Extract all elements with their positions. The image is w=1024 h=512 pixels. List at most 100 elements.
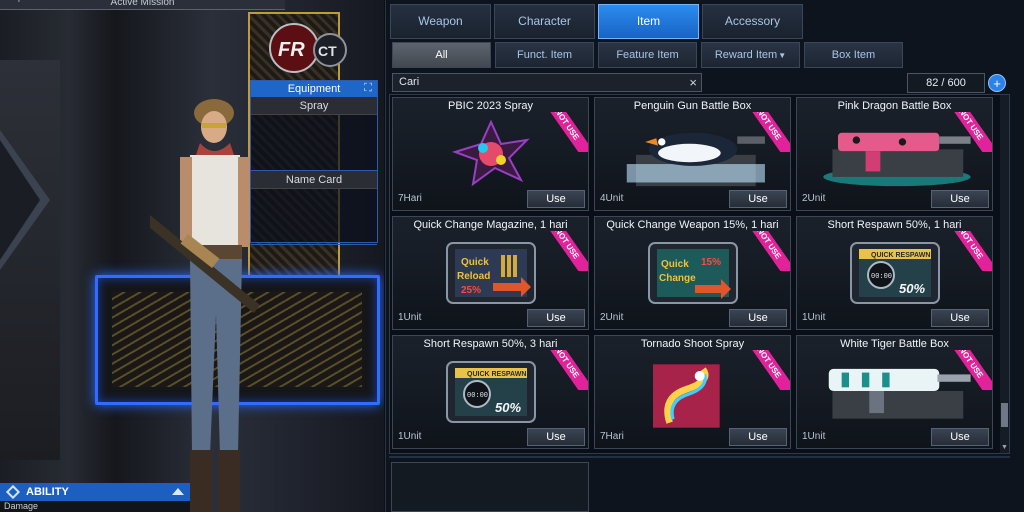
ability-bar[interactable]: ABILITY bbox=[0, 483, 190, 501]
use-button[interactable]: Use bbox=[527, 190, 585, 208]
spray-icon bbox=[451, 119, 530, 187]
use-button[interactable]: Use bbox=[931, 190, 989, 208]
svg-text:Change: Change bbox=[659, 273, 696, 284]
svg-text:Quick: Quick bbox=[661, 259, 689, 270]
item-title: Quick Change Weapon 15%, 1 hari bbox=[606, 219, 779, 231]
expand-icon[interactable]: + bbox=[16, 0, 22, 6]
badge-label: NOT USE bbox=[952, 350, 992, 390]
badge-label: NOT USE bbox=[952, 112, 992, 152]
badge-label: NOT USE bbox=[548, 231, 588, 271]
add-slot-button[interactable]: + bbox=[988, 74, 1006, 92]
item-grid: PBIC 2023 Spray NOT USE 7Hari Use Pengui… bbox=[389, 94, 1010, 454]
item-quantity: 1Unit bbox=[802, 431, 826, 442]
item-card[interactable]: Quick Change Weapon 15%, 1 hari Quick Ch… bbox=[594, 216, 791, 330]
item-count: 82 / 600 bbox=[907, 73, 985, 93]
namecard-slot-label: Name Card bbox=[251, 171, 377, 189]
item-title: Quick Change Magazine, 1 hari bbox=[413, 219, 568, 231]
use-button[interactable]: Use bbox=[729, 190, 787, 208]
damage-row: Damage bbox=[0, 501, 190, 512]
chevron-down-icon: ▼ bbox=[778, 51, 787, 60]
inventory-panel: Weapon Character Item Accessory All Func… bbox=[385, 0, 1024, 512]
use-button[interactable]: Use bbox=[729, 309, 787, 327]
svg-text:50%: 50% bbox=[899, 281, 925, 296]
item-card[interactable]: PBIC 2023 Spray NOT USE 7Hari Use bbox=[392, 97, 589, 211]
item-quantity: 1Unit bbox=[398, 312, 422, 323]
svg-text:00:00: 00:00 bbox=[467, 392, 488, 400]
use-button[interactable]: Use bbox=[527, 309, 585, 327]
svg-text:Reload: Reload bbox=[457, 271, 490, 282]
use-button[interactable]: Use bbox=[729, 428, 787, 446]
search-value: Cari bbox=[399, 76, 420, 88]
active-mission-bar[interactable]: + Active Mission bbox=[0, 0, 285, 10]
item-title: Short Respawn 50%, 1 hari bbox=[827, 219, 962, 231]
subtab-box-item[interactable]: Box Item bbox=[804, 42, 903, 68]
not-use-badge: NOT USE bbox=[952, 350, 992, 390]
badge-label: NOT USE bbox=[952, 231, 992, 271]
spray-slot-label: Spray bbox=[251, 97, 377, 115]
category-tabs: Weapon Character Item Accessory bbox=[390, 4, 803, 39]
quick-reload-icon: Quick Reload 25% bbox=[446, 242, 536, 304]
tab-accessory[interactable]: Accessory bbox=[702, 4, 803, 39]
item-quantity: 1Unit bbox=[398, 431, 422, 442]
use-button[interactable]: Use bbox=[527, 428, 585, 446]
item-card[interactable]: Penguin Gun Battle Box NOT USE 4Unit Use bbox=[594, 97, 791, 211]
not-use-badge: NOT USE bbox=[750, 231, 790, 271]
svg-text:25%: 25% bbox=[461, 285, 481, 296]
not-use-badge: NOT USE bbox=[750, 350, 790, 390]
equipment-header: Equipment ⛶ bbox=[251, 81, 377, 97]
subtab-all[interactable]: All bbox=[392, 42, 491, 68]
item-title: White Tiger Battle Box bbox=[840, 338, 949, 350]
chevron-decoration-inner bbox=[0, 140, 40, 260]
namecard-slot[interactable] bbox=[251, 189, 377, 245]
tab-character[interactable]: Character bbox=[494, 4, 595, 39]
item-quantity: 1Unit bbox=[802, 312, 826, 323]
item-card[interactable]: Short Respawn 50%, 1 hari QUICK RESPAWN … bbox=[796, 216, 993, 330]
svg-text:QUICK RESPAWN: QUICK RESPAWN bbox=[467, 371, 526, 378]
item-card[interactable]: White Tiger Battle Box NOT USE 1Unit Use bbox=[796, 335, 993, 449]
svg-text:50%: 50% bbox=[495, 400, 521, 415]
item-title: Pink Dragon Battle Box bbox=[837, 100, 952, 112]
item-card[interactable]: Quick Change Magazine, 1 hari Quick Relo… bbox=[392, 216, 589, 330]
subtab-reward-item[interactable]: Reward Item▼ bbox=[701, 42, 800, 68]
subtab-feature-item[interactable]: Feature Item bbox=[598, 42, 697, 68]
clan-logo: FR CT bbox=[269, 23, 347, 73]
ability-label: ABILITY bbox=[26, 486, 69, 498]
not-use-badge: NOT USE bbox=[750, 112, 790, 152]
search-input[interactable]: Cari × bbox=[392, 73, 702, 92]
scrollbar-thumb[interactable] bbox=[1001, 403, 1008, 427]
item-quantity: 4Unit bbox=[600, 193, 624, 204]
not-use-badge: NOT USE bbox=[548, 350, 588, 390]
item-quantity: 7Hari bbox=[600, 431, 624, 442]
subtab-reward-label: Reward Item bbox=[714, 49, 778, 61]
tab-weapon[interactable]: Weapon bbox=[390, 4, 491, 39]
badge-label: NOT USE bbox=[548, 350, 588, 390]
svg-text:00:00: 00:00 bbox=[871, 273, 892, 281]
item-quantity: 7Hari bbox=[398, 193, 422, 204]
badge-label: NOT USE bbox=[548, 112, 588, 152]
use-button[interactable]: Use bbox=[931, 309, 989, 327]
svg-text:QUICK RESPAWN: QUICK RESPAWN bbox=[871, 252, 930, 259]
not-use-badge: NOT USE bbox=[952, 112, 992, 152]
quick-respawn-icon: QUICK RESPAWN 00:00 50% bbox=[850, 242, 940, 304]
item-card[interactable]: Short Respawn 50%, 3 hari QUICK RESPAWN … bbox=[392, 335, 589, 449]
use-button[interactable]: Use bbox=[931, 428, 989, 446]
quick-respawn-icon: QUICK RESPAWN 00:00 50% bbox=[446, 361, 536, 423]
mission-label: Active Mission bbox=[110, 0, 175, 8]
scroll-down-icon[interactable]: ▼ bbox=[1001, 444, 1008, 451]
not-use-badge: NOT USE bbox=[548, 112, 588, 152]
item-title: PBIC 2023 Spray bbox=[448, 100, 533, 112]
equipped-item-slot[interactable] bbox=[391, 462, 589, 512]
equipment-title: Equipment bbox=[287, 83, 341, 95]
item-title: Tornado Shoot Spray bbox=[640, 338, 745, 350]
collapse-icon[interactable] bbox=[172, 488, 184, 495]
scrollbar[interactable]: ▼ bbox=[1000, 95, 1009, 453]
tab-item[interactable]: Item bbox=[598, 4, 699, 39]
item-quantity: 2Unit bbox=[600, 312, 624, 323]
item-card[interactable]: Tornado Shoot Spray NOT USE 7Hari Use bbox=[594, 335, 791, 449]
spray-slot[interactable] bbox=[251, 115, 377, 171]
subtab-funct-item[interactable]: Funct. Item bbox=[495, 42, 594, 68]
expand-icon[interactable]: ⛶ bbox=[362, 82, 374, 94]
item-card[interactable]: Pink Dragon Battle Box NOT USE 2Unit Use bbox=[796, 97, 993, 211]
clear-icon[interactable]: × bbox=[689, 74, 697, 91]
character-preview: + Active Mission FR CT Equipment ⛶ Spray… bbox=[0, 0, 384, 512]
